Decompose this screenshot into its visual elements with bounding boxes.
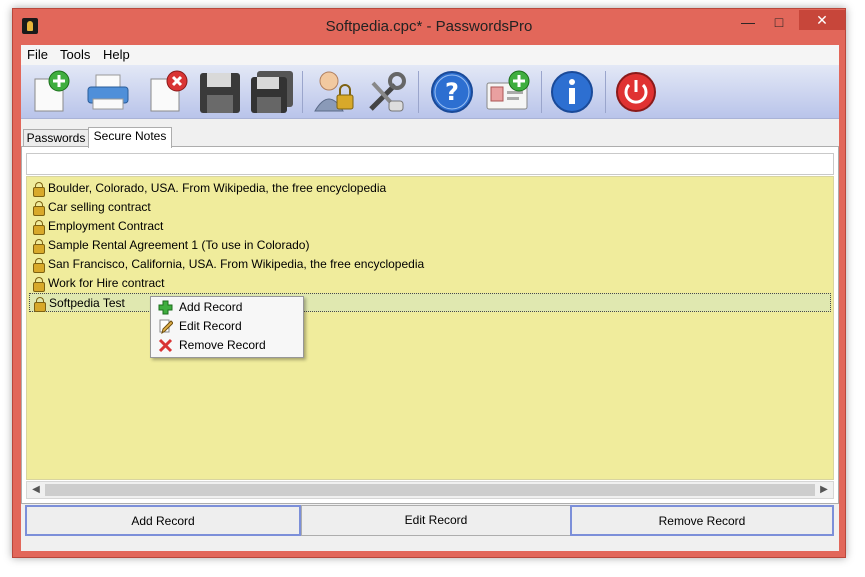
plus-icon <box>158 300 173 315</box>
save-button[interactable] <box>197 69 243 115</box>
save-icon <box>200 73 240 113</box>
exit-button[interactable] <box>613 69 659 115</box>
pencil-icon <box>159 319 173 334</box>
list-item-label: Sample Rental Agreement 1 (To use in Col… <box>48 238 310 252</box>
menu-tools[interactable]: Tools <box>60 47 90 62</box>
red-x-icon <box>158 338 173 353</box>
context-add-record[interactable]: Add Record <box>153 298 301 317</box>
list-item-label: San Francisco, California, USA. From Wik… <box>48 257 425 271</box>
list-item-label: Boulder, Colorado, USA. From Wikipedia, … <box>48 181 387 195</box>
list-item[interactable]: Work for Hire contract <box>29 274 831 293</box>
close-file-button[interactable] <box>145 69 191 115</box>
lock-icon <box>33 239 45 254</box>
help-button[interactable]: ? <box>429 69 475 115</box>
context-item-label: Edit Record <box>179 319 242 333</box>
list-item-label: Car selling contract <box>48 200 151 214</box>
new-file-icon <box>34 70 70 112</box>
add-card-icon <box>486 70 530 110</box>
filter-input[interactable] <box>26 153 834 175</box>
user-lock-icon <box>314 71 354 112</box>
save-all-button[interactable] <box>249 69 295 115</box>
menu-help[interactable]: Help <box>103 47 130 62</box>
lock-icon <box>34 297 46 312</box>
list-item[interactable]: Sample Rental Agreement 1 (To use in Col… <box>29 236 831 255</box>
svg-text:?: ? <box>445 78 459 106</box>
edit-record-button[interactable]: Edit Record <box>301 505 571 536</box>
title-bar[interactable]: Softpedia.cpc* - PasswordsPro — □ ✕ <box>13 9 845 45</box>
context-item-label: Remove Record <box>179 338 266 352</box>
tab-strip: Passwords Secure Notes <box>21 127 839 148</box>
horizontal-scrollbar[interactable]: ◀ ▶ <box>26 481 834 499</box>
notes-list[interactable]: Boulder, Colorado, USA. From Wikipedia, … <box>26 176 834 480</box>
remove-record-button[interactable]: Remove Record <box>570 505 834 536</box>
menu-file[interactable]: File <box>27 47 48 62</box>
scroll-left-icon[interactable]: ◀ <box>28 483 44 497</box>
close-file-icon <box>150 70 188 112</box>
maximize-button[interactable]: □ <box>766 12 792 34</box>
app-window: Softpedia.cpc* - PasswordsPro — □ ✕ File… <box>12 8 846 558</box>
save-all-icon <box>251 71 293 113</box>
status-bar <box>21 538 839 551</box>
info-button[interactable] <box>549 69 595 115</box>
toolbar-separator <box>605 71 606 113</box>
list-item[interactable]: San Francisco, California, USA. From Wik… <box>29 255 831 274</box>
toolbar-separator <box>418 71 419 113</box>
context-edit-record[interactable]: Edit Record <box>153 317 301 336</box>
add-record-button[interactable]: Add Record <box>25 505 301 536</box>
window-title: Softpedia.cpc* - PasswordsPro <box>325 18 533 35</box>
list-item-label: Softpedia Test <box>49 296 125 310</box>
lock-icon <box>33 258 45 273</box>
print-button[interactable] <box>85 69 131 115</box>
new-file-button[interactable] <box>27 69 73 115</box>
minimize-button[interactable]: — <box>735 12 761 34</box>
tab-secure-notes[interactable]: Secure Notes <box>88 127 172 148</box>
menu-bar: File Tools Help <box>21 45 839 65</box>
secure-notes-panel: Boulder, Colorado, USA. From Wikipedia, … <box>21 146 839 504</box>
user-lock-button[interactable] <box>311 69 357 115</box>
list-item-label: Work for Hire contract <box>48 276 165 290</box>
list-item-label: Employment Contract <box>48 219 164 233</box>
printer-icon <box>87 74 129 110</box>
power-icon <box>616 72 656 112</box>
lock-icon <box>33 182 45 197</box>
list-item[interactable]: Employment Contract <box>29 217 831 236</box>
scroll-right-icon[interactable]: ▶ <box>816 483 832 497</box>
tools-button[interactable] <box>363 69 409 115</box>
toolbar-separator <box>302 71 303 113</box>
list-item[interactable]: Car selling contract <box>29 198 831 217</box>
add-card-button[interactable] <box>485 69 531 115</box>
lock-icon <box>33 277 45 292</box>
tools-icon <box>369 72 406 112</box>
context-menu: Add Record Edit Record Remove Record <box>150 296 304 358</box>
client-area: File Tools Help ? Passwords Secure Notes… <box>21 45 839 551</box>
scrollbar-thumb[interactable] <box>45 484 815 496</box>
info-icon <box>551 71 593 113</box>
list-item[interactable]: Boulder, Colorado, USA. From Wikipedia, … <box>29 179 831 198</box>
toolbar-separator <box>541 71 542 113</box>
context-item-label: Add Record <box>179 300 243 314</box>
lock-icon <box>33 201 45 216</box>
context-remove-record[interactable]: Remove Record <box>153 336 301 355</box>
close-button[interactable]: ✕ <box>799 10 845 30</box>
help-icon: ? <box>431 71 473 113</box>
lock-icon <box>33 220 45 235</box>
toolbar: ? <box>21 65 839 119</box>
